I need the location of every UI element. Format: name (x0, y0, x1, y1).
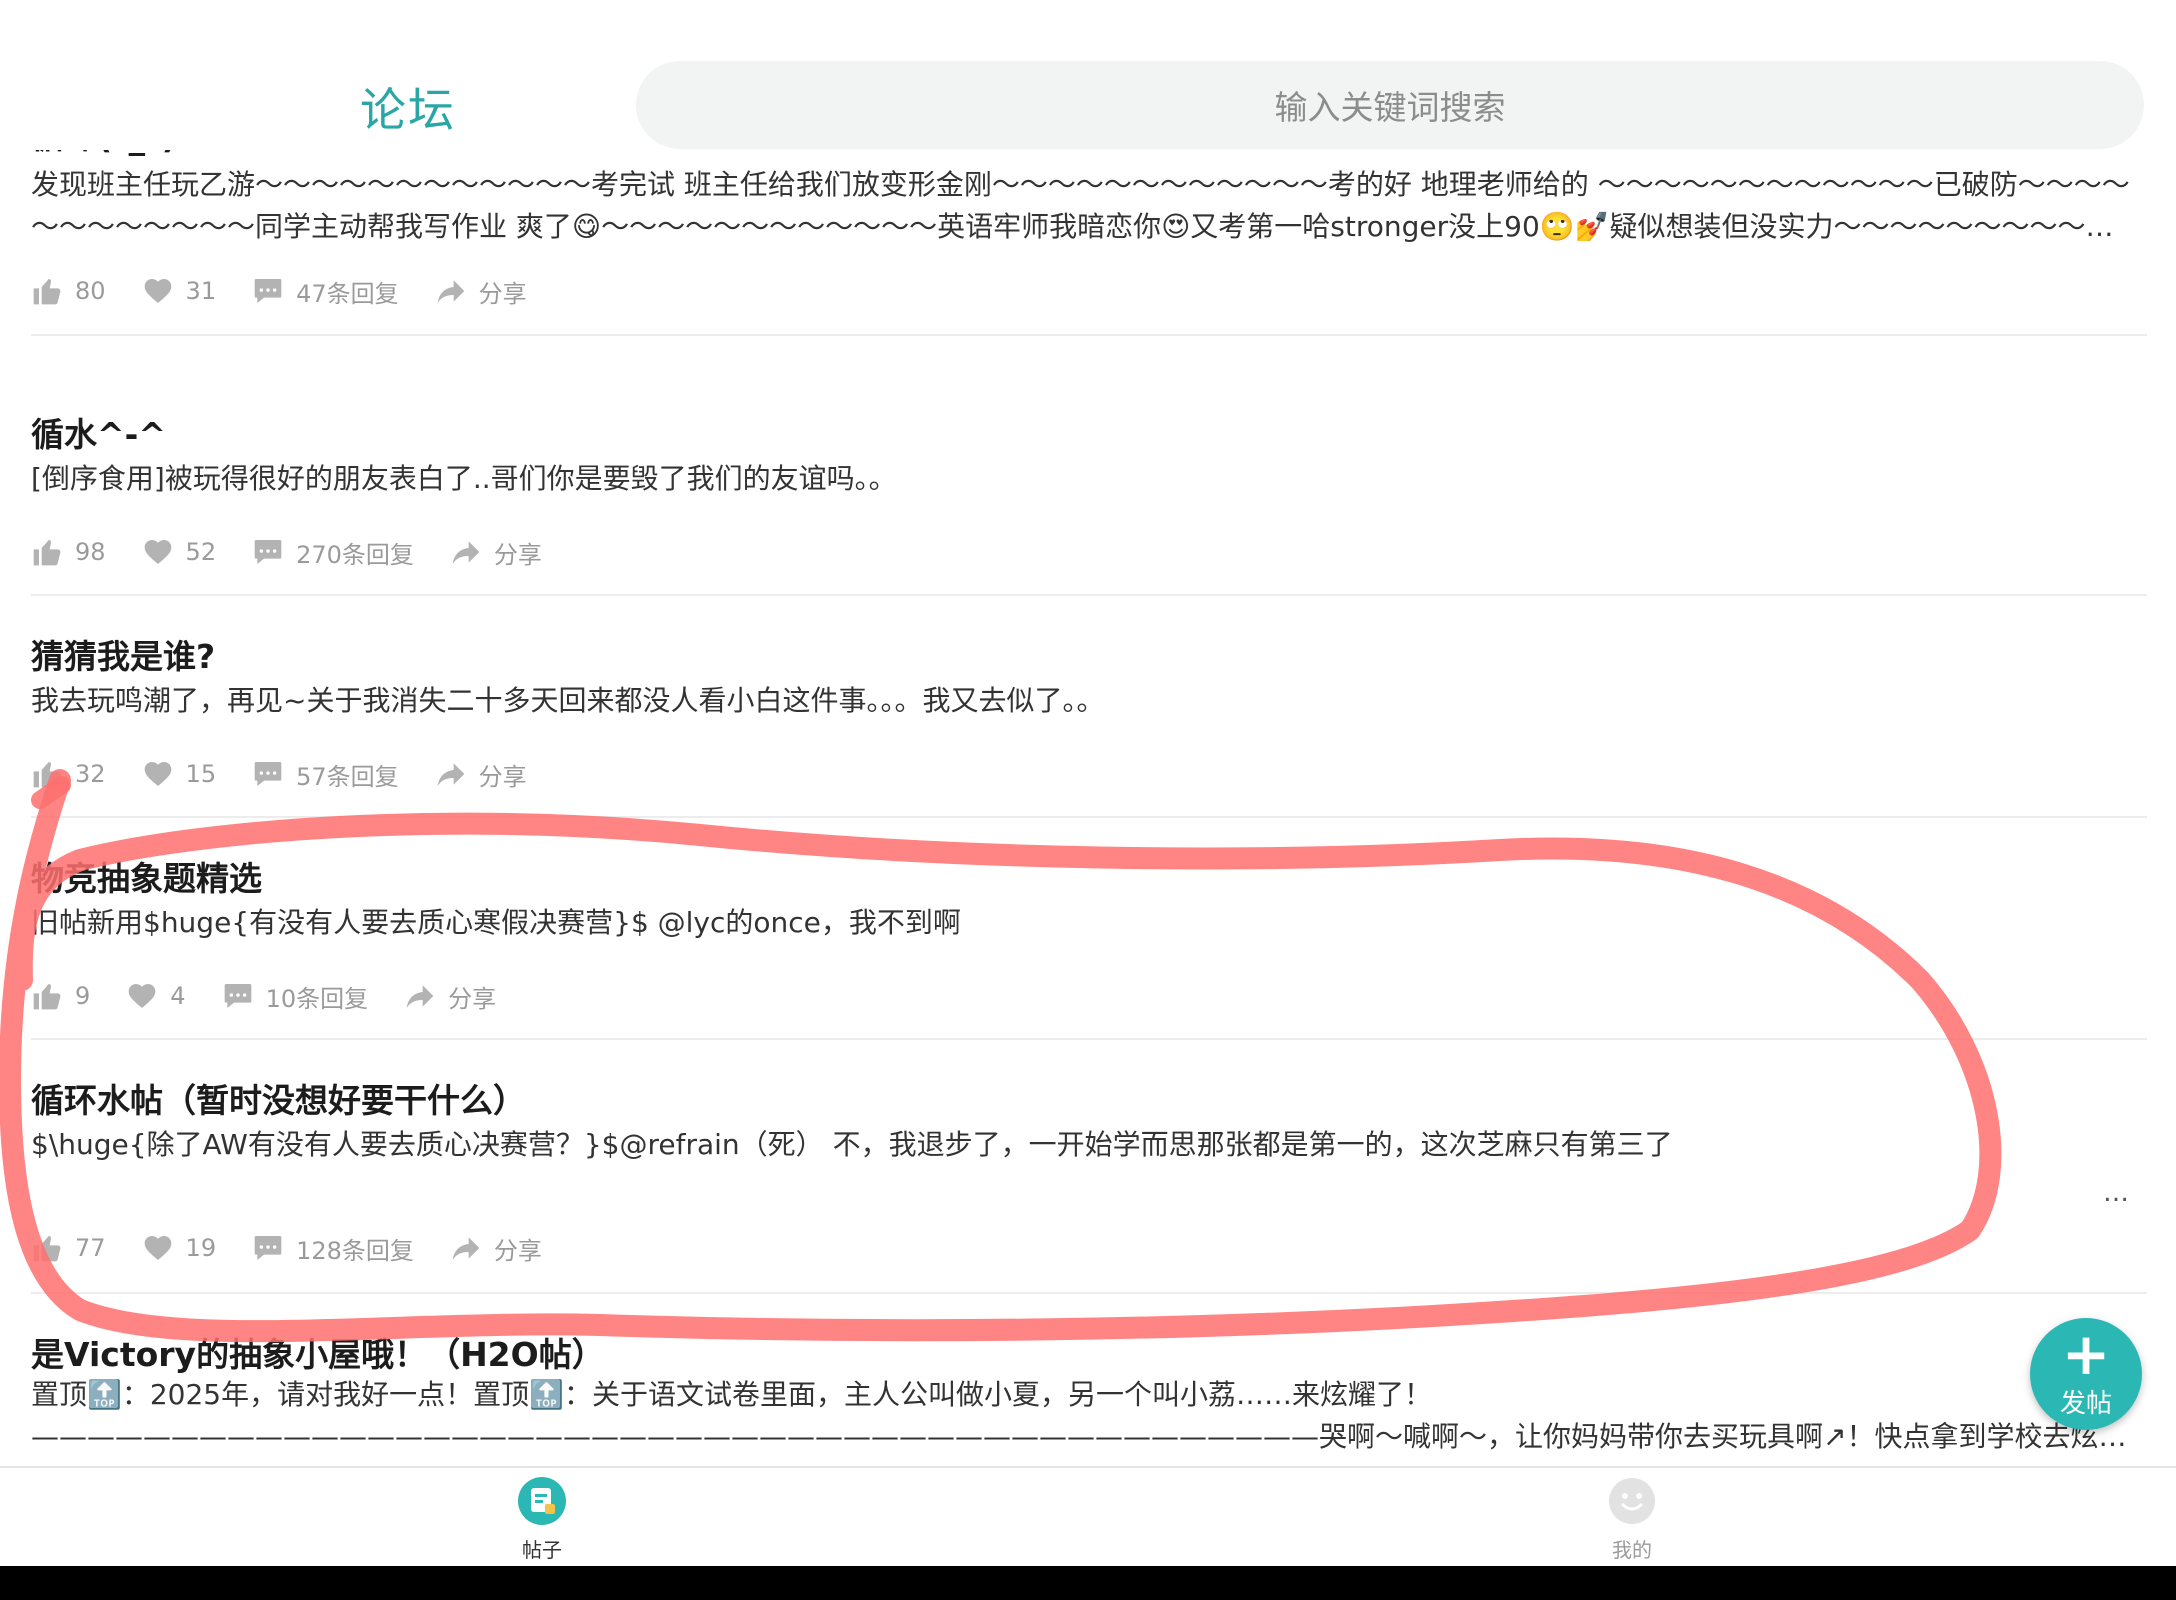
post-title: 循环(ˆ_ˆ) (31, 150, 177, 158)
like-button[interactable]: 80 (31, 275, 106, 307)
like-count: 98 (75, 538, 106, 566)
share-button[interactable]: 分享 (435, 757, 527, 792)
post-excerpt: 我去玩鸣潮了，再见~关于我消失二十多天回来都没人看小白这件事。。。我又去似了。。 (31, 684, 1105, 717)
post-divider (31, 334, 2147, 336)
post-excerpt: [倒序食用]被玩得很好的朋友表白了..哥们你是要毁了我们的友谊吗。。 (31, 462, 897, 495)
tab-label: 帖子 (522, 1538, 562, 1562)
comment-icon (254, 540, 282, 564)
favorite-count: 19 (185, 1234, 217, 1262)
post-divider (31, 816, 2147, 818)
post-excerpt: $\huge{除了AW有没有人要去质心决赛营？}$@refrain（死） 不，我… (31, 1128, 1673, 1161)
reply-button[interactable]: 128条回复 (252, 1231, 414, 1266)
post-stats: 9 4 10条回复 分享 (31, 976, 532, 1016)
share-icon (437, 763, 464, 786)
reply-button[interactable]: 47条回复 (252, 274, 399, 309)
share-icon (406, 985, 434, 1008)
reply-button[interactable]: 57条回复 (252, 757, 399, 792)
post-divider (31, 1038, 2147, 1040)
post-stats: 77 19 128条回复 分享 (31, 1228, 578, 1268)
top-header: 论坛 输入关键词搜索 (0, 0, 2176, 150)
post-excerpt: 置顶🔝：2025年，请对我好一点！置顶🔝：关于语文试卷里面，主人公叫做小夏，另一… (31, 1378, 2127, 1453)
like-count: 9 (75, 982, 91, 1010)
page-title: 论坛 (360, 83, 456, 137)
share-label: 分享 (478, 762, 527, 791)
heart-icon (144, 762, 171, 786)
thumbs-up-icon (33, 762, 61, 788)
system-nav-bar (0, 1566, 2176, 1600)
share-button[interactable]: 分享 (435, 274, 527, 309)
share-button[interactable]: 分享 (404, 979, 496, 1014)
share-button[interactable]: 分享 (450, 535, 542, 570)
post-feed[interactable]: 循环(ˆ_ˆ) 发现班主任玩乙游～～～～～～～～～～～～考完试 班主任给我们放变… (0, 150, 2176, 1466)
heart-icon (128, 984, 156, 1008)
post-excerpt: 发现班主任玩乙游～～～～～～～～～～～～考完试 班主任给我们放变形金刚～～～～～… (31, 168, 2130, 243)
share-button[interactable]: 分享 (450, 1231, 542, 1266)
comment-icon (254, 1236, 282, 1260)
reply-count: 47条回复 (296, 279, 399, 308)
post-title: 猜猜我是谁? (31, 637, 216, 676)
favorite-button[interactable]: 52 (142, 536, 217, 568)
post-title: 是Victory的抽象小屋哦！（H2O帖） (31, 1335, 605, 1374)
bottom-tab-bar: 帖子 我的 (0, 1466, 2176, 1568)
like-button[interactable]: 98 (31, 536, 106, 568)
comment-icon (254, 279, 282, 303)
favorite-count: 52 (185, 538, 217, 566)
comment-icon (224, 984, 251, 1008)
new-post-button[interactable]: + 发帖 (2030, 1318, 2142, 1430)
favorite-button[interactable]: 19 (142, 1232, 217, 1264)
post-stats: 80 31 47条回复 分享 (31, 271, 563, 311)
post-divider (31, 594, 2147, 596)
favorite-count: 31 (185, 277, 217, 305)
more-indicator: … (2103, 1178, 2129, 1208)
favorite-count: 15 (185, 760, 217, 788)
like-count: 80 (75, 277, 106, 305)
like-count: 77 (75, 1234, 106, 1262)
thumbs-up-icon (33, 540, 61, 566)
favorite-button[interactable]: 4 (126, 980, 186, 1012)
post-title: 物竞抽象题精选 (31, 859, 262, 898)
share-label: 分享 (478, 279, 527, 308)
tab-label: 我的 (1612, 1538, 1652, 1562)
reply-button[interactable]: 270条回复 (252, 535, 414, 570)
post-stats: 32 15 57条回复 分享 (31, 754, 563, 794)
share-label: 分享 (493, 540, 542, 569)
favorite-button[interactable]: 15 (142, 758, 217, 790)
reply-count: 57条回复 (296, 762, 399, 791)
comment-icon (254, 762, 282, 786)
share-icon (437, 280, 464, 303)
post-title: 循环水帖（暂时没想好要干什么） (31, 1081, 526, 1120)
post-stats: 98 52 270条回复 分享 (31, 532, 578, 572)
heart-icon (144, 279, 171, 303)
post-title: 循水^-^ (31, 415, 166, 454)
like-button[interactable]: 9 (31, 980, 90, 1012)
share-label: 分享 (493, 1236, 542, 1265)
share-icon (452, 541, 480, 564)
heart-icon (144, 540, 171, 564)
tab-posts[interactable]: 帖子 (482, 1476, 602, 1563)
posts-tab-icon (518, 1477, 566, 1525)
favorite-count: 4 (170, 982, 186, 1010)
reply-count: 10条回复 (265, 984, 369, 1013)
post-excerpt: 旧帖新用$huge{有没有人要去质心寒假决赛营}$ @lyc的once，我不到啊 (31, 906, 961, 939)
plus-icon: + (2061, 1319, 2111, 1388)
favorite-button[interactable]: 31 (142, 275, 217, 307)
reply-count: 128条回复 (296, 1236, 414, 1265)
like-button[interactable]: 77 (31, 1232, 106, 1264)
like-count: 32 (75, 760, 106, 788)
like-button[interactable]: 32 (31, 758, 106, 790)
thumbs-up-icon (33, 279, 61, 305)
thumbs-up-icon (33, 984, 61, 1010)
share-label: 分享 (448, 984, 497, 1013)
share-icon (452, 1237, 480, 1260)
profile-tab-icon (1609, 1478, 1655, 1524)
search-input[interactable]: 输入关键词搜索 (636, 61, 2144, 149)
thumbs-up-icon (33, 1236, 61, 1262)
heart-icon (144, 1236, 171, 1260)
reply-button[interactable]: 10条回复 (222, 979, 369, 1014)
new-post-label: 发帖 (2059, 1388, 2112, 1419)
post-divider (31, 1292, 2147, 1294)
reply-count: 270条回复 (296, 540, 414, 569)
tab-profile[interactable]: 我的 (1572, 1476, 1692, 1563)
